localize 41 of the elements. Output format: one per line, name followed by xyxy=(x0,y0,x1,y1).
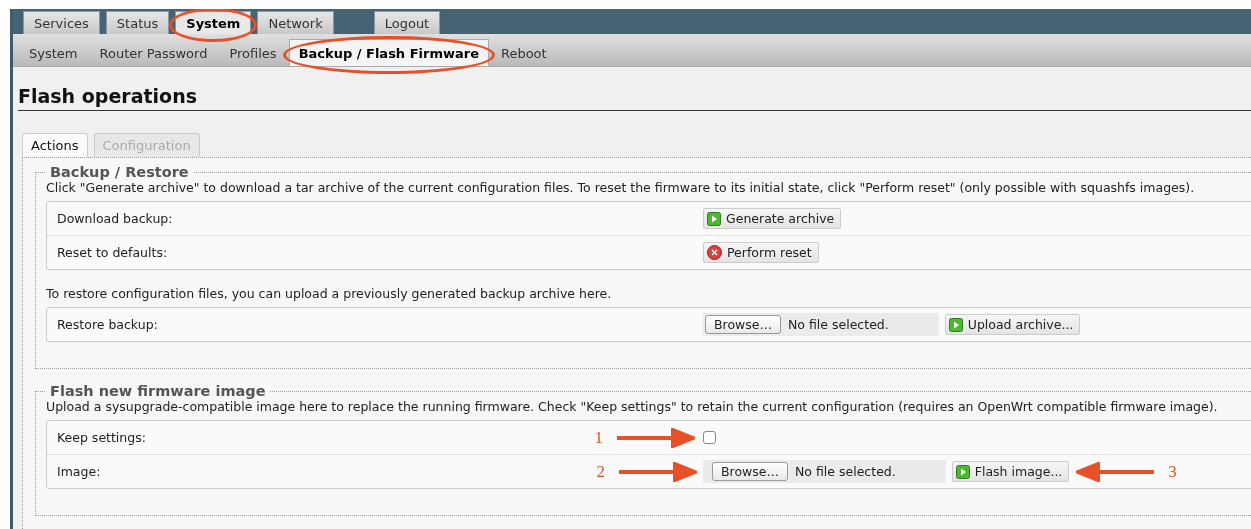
checkbox[interactable] xyxy=(703,431,716,444)
sub-nav-tab[interactable]: System xyxy=(19,39,88,66)
field-label: Restore backup: xyxy=(57,317,158,332)
browse-button[interactable]: Browse… xyxy=(712,462,788,481)
arrow-icon xyxy=(617,427,695,448)
nav-tab[interactable]: System xyxy=(175,11,252,34)
page-title: Flash operations xyxy=(18,85,1251,111)
section-description: Upload a sysupgrade-compatible image here to replace the running firmware. Check "Keep settings" to retain the current configuration (requires an OpenWrt compatible firmware image). xyxy=(46,399,1219,414)
section-description: Click "Generate archive" to download a tar archive of the current configuration files. To reset the firmware to its initial state, click "Perform reset" (only possible with squashfs images). xyxy=(46,180,1196,195)
callout-number: 2 xyxy=(596,461,605,482)
sub-nav-tab[interactable]: Router Password xyxy=(89,39,218,66)
play-icon xyxy=(955,464,970,479)
nav-tab[interactable]: Status xyxy=(105,11,170,34)
play-icon xyxy=(948,317,963,332)
file-status: No file selected. xyxy=(795,464,896,479)
play-icon xyxy=(707,211,721,226)
callout-number: 3 xyxy=(1168,461,1177,482)
section-tab[interactable]: Actions xyxy=(22,133,88,157)
field-label: Reset to defaults: xyxy=(57,245,168,260)
browse-button[interactable]: Browse… xyxy=(705,315,781,334)
nav-tab[interactable]: Network xyxy=(257,11,334,34)
action-button[interactable]: Perform reset xyxy=(703,242,819,263)
callout-number: 1 xyxy=(594,427,603,448)
arrow-icon xyxy=(619,461,697,482)
file-input[interactable]: Browse… No file selected. xyxy=(703,313,939,336)
nav-tab[interactable]: Services xyxy=(23,11,100,34)
action-button[interactable]: Generate archive xyxy=(703,208,842,229)
field-label: Keep settings: xyxy=(57,430,146,445)
close-circle-icon xyxy=(707,245,722,260)
action-button[interactable]: Upload archive... xyxy=(944,314,1081,335)
fieldset-legend: Backup / Restore xyxy=(46,164,193,180)
fieldset-legend: Flash new firmware image xyxy=(46,383,270,399)
sub-nav-tab[interactable]: Backup / Flash Firmware xyxy=(288,39,489,66)
sub-nav-tab[interactable]: Profiles xyxy=(219,39,287,66)
section-description: To restore configuration files, you can upload a previously generated backup archive here. xyxy=(46,286,613,301)
sub-nav-tab[interactable]: Reboot xyxy=(490,39,557,66)
nav-tab[interactable]: Logout xyxy=(373,11,441,34)
arrow-icon xyxy=(1076,461,1155,482)
field-label: Download backup: xyxy=(57,211,173,226)
file-status: No file selected. xyxy=(788,317,889,332)
field-label: Image: xyxy=(57,464,101,479)
